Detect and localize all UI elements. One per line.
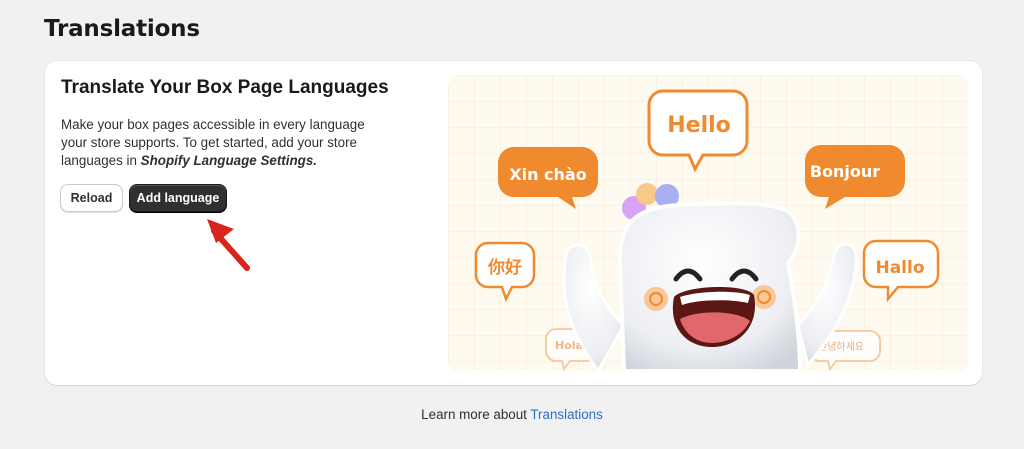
reload-button[interactable]: Reload (60, 184, 123, 212)
card-description: Make your box pages accessible in every … (61, 116, 381, 170)
translation-card: Translate Your Box Page Languages Make y… (45, 61, 982, 385)
xin-chao-text: Xin chào (509, 165, 586, 184)
hello-text: Hello (667, 113, 731, 138)
card-title: Translate Your Box Page Languages (61, 77, 389, 98)
hallo-text: Hallo (875, 258, 924, 278)
page-title: Translations (44, 16, 200, 42)
bonjour-text: Bonjour (810, 162, 880, 181)
add-language-button[interactable]: Add language (129, 184, 227, 212)
footer-prefix: Learn more about (421, 407, 527, 422)
illustration-canvas: Hello Xin chào Bonjour 你好 Hallo Hola 안녕하… (448, 75, 968, 371)
nihao-text: 你好 (487, 257, 522, 278)
shopify-language-settings-text: Shopify Language Settings. (140, 153, 317, 168)
footer: Learn more about Translations (0, 407, 1024, 422)
red-arrow-annotation-icon (207, 219, 250, 271)
translation-illustration: Hello Xin chào Bonjour 你好 Hallo Hola 안녕하… (448, 75, 968, 371)
translations-link[interactable]: Translations (530, 407, 602, 422)
